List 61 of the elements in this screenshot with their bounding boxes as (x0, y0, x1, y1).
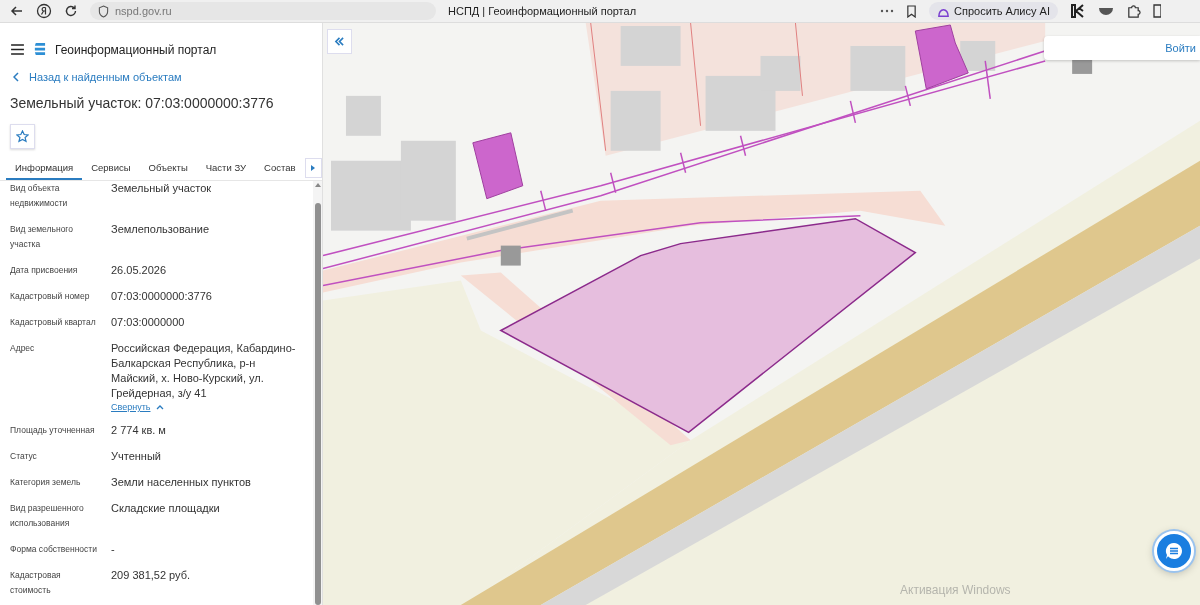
field-value: Учтенный (111, 449, 162, 464)
layers-logo-icon (33, 42, 46, 57)
field-label: Адрес (10, 342, 36, 355)
field-label: Категория земель (10, 476, 82, 489)
tab[interactable]: Состав (255, 162, 305, 180)
next-tab-button[interactable] (304, 158, 322, 178)
assistant-button[interactable]: Спросить Алису AI (929, 2, 1058, 20)
puzzle-icon[interactable] (1125, 3, 1141, 19)
app-title: Геоинформационный портал (55, 42, 217, 57)
login-button[interactable]: Войти (1044, 36, 1200, 60)
scrollbar-thumb[interactable] (314, 203, 321, 605)
collapse-panel-button[interactable] (327, 29, 352, 54)
object-title: Земельный участок: 07:03:0000000:3776 (9, 94, 275, 111)
field-value: Российская Федерация, Кабардино-Балкарская Республика, р-н Майский, х. Ново-Курский, ул. Грейдерная, з/у 41 (111, 341, 297, 401)
collapse-link[interactable]: Свернуть (111, 402, 151, 412)
tab[interactable]: Части ЗУ (196, 162, 256, 180)
tab[interactable]: Сервисы (82, 162, 140, 180)
field-value: 07:03:0000000:3776 (111, 289, 213, 304)
field-value: Земли населенных пунктов (111, 475, 252, 490)
field-label: Форма собственности (10, 543, 98, 556)
chat-button[interactable] (1154, 531, 1194, 571)
field-value: 26.05.2026 (111, 263, 168, 278)
chat-bubble-icon (1164, 541, 1184, 561)
url-text: nspd.gov.ru (115, 5, 172, 17)
field-value: 209 381,52 руб. (111, 568, 192, 583)
address-bar[interactable]: nspd.gov.ru (90, 2, 436, 20)
reload-icon[interactable] (64, 4, 78, 18)
circle-letter-icon[interactable] (36, 3, 52, 19)
field-label: Вид земельного участка (10, 223, 74, 251)
field-label: Кадастровая стоимость (10, 569, 62, 597)
favorite-button[interactable] (10, 124, 35, 149)
shield-icon (98, 4, 109, 18)
star-icon (16, 130, 29, 143)
field-label: Кадастровый квартал (10, 316, 97, 329)
field-value: 07:03:0000000 (111, 315, 186, 330)
chevron-left-icon (13, 72, 19, 82)
field-label: Кадастровый номер (10, 290, 91, 303)
page-title: НСПД | Геоинформационный портал (448, 5, 638, 17)
field-value: Складские площадки (111, 501, 221, 516)
more-icon[interactable] (880, 9, 894, 13)
field-label: Вид объекта недвижимости (10, 182, 69, 210)
chevron-up-icon (156, 404, 165, 410)
menu-icon[interactable] (11, 44, 24, 55)
caret-right-icon (311, 165, 316, 171)
field-label: Площадь уточненная (10, 424, 96, 437)
back-arrow-icon[interactable] (10, 4, 24, 18)
field-value: Земельный участок (111, 181, 213, 196)
activation-notice: Активация Windows (900, 583, 1011, 597)
field-value: 2 774 кв. м (111, 423, 167, 438)
tab[interactable]: Информация (6, 162, 83, 180)
field-value: - (111, 542, 116, 557)
back-link[interactable]: Назад к найденным объектам (0, 63, 322, 83)
scrollbar[interactable] (313, 181, 322, 605)
scroll-up-icon[interactable] (314, 183, 321, 187)
field-label: Статус (10, 450, 38, 463)
bookmark-icon[interactable] (906, 4, 917, 18)
field-value: Землепользование (111, 222, 211, 237)
field-label: Дата присвоения (10, 264, 79, 277)
field-label: Вид разрешенного использования (10, 502, 85, 530)
double-chevron-left-icon (334, 37, 345, 46)
tab[interactable]: Объекты (139, 162, 197, 180)
